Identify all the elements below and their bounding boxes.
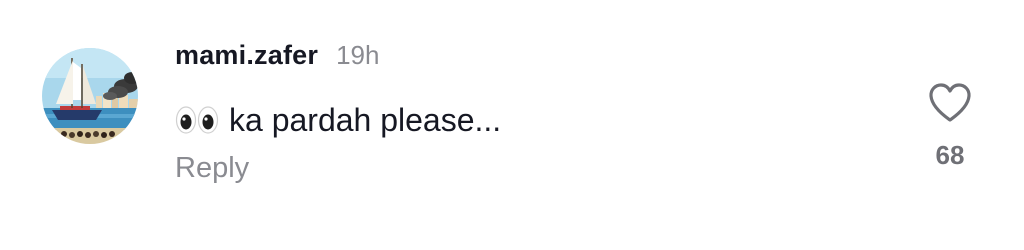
comment-text: ka pardah please... xyxy=(229,101,502,138)
comment-body: ka pardah please... xyxy=(175,98,501,142)
like-button[interactable]: 68 xyxy=(920,82,980,176)
comment-meta: mami.zafer 19h xyxy=(175,40,379,84)
timestamp: 19h xyxy=(336,40,380,70)
comment-item: mami.zafer 19h ka pardah please... Reply… xyxy=(0,0,1024,250)
username[interactable]: mami.zafer xyxy=(175,40,318,71)
like-count: 68 xyxy=(935,140,965,170)
heart-outline-icon[interactable] xyxy=(928,82,972,124)
sailing-ship-avatar-image xyxy=(42,48,138,144)
reply-button[interactable]: Reply xyxy=(175,152,249,185)
avatar[interactable] xyxy=(42,48,138,144)
eyes-emoji-icon xyxy=(175,105,219,135)
